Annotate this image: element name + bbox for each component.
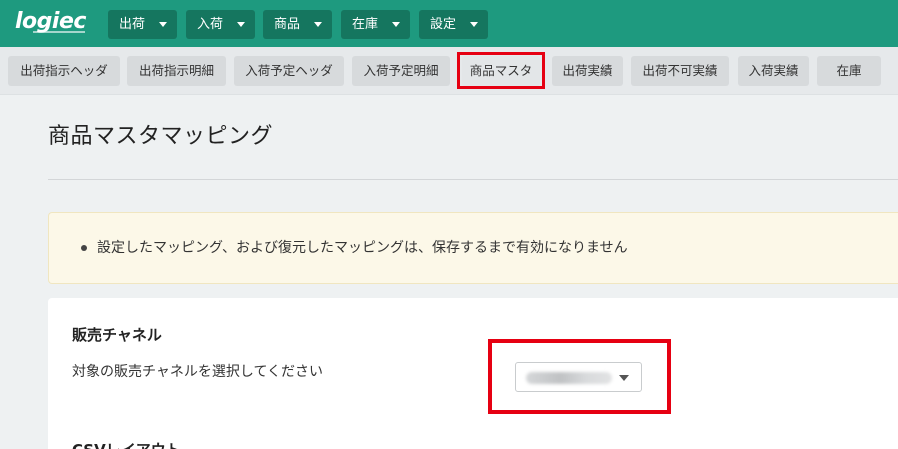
highlight-box-sales-channel xyxy=(488,339,671,414)
menu-receiving-button[interactable]: 入荷 xyxy=(186,10,255,39)
menu-shipping-button[interactable]: 出荷 xyxy=(108,10,177,39)
menu-stock-label: 在庫 xyxy=(352,17,379,32)
tab-stock[interactable]: 在庫 xyxy=(817,56,881,86)
sub-navbar: 出荷指示ヘッダ 出荷指示明細 入荷予定ヘッダ 入荷予定明細 商品マスタ 出荷実績… xyxy=(0,47,898,95)
logo-underline xyxy=(33,31,85,33)
chevron-down-icon xyxy=(470,22,478,27)
menu-settings-button[interactable]: 設定 xyxy=(419,10,488,39)
tab-unshippable-results[interactable]: 出荷不可実績 xyxy=(631,56,729,86)
menu-receiving-label: 入荷 xyxy=(197,17,224,32)
mapping-panel: 販売チャネル 対象の販売チャネルを選択してください xyxy=(48,298,898,449)
menu-product-button[interactable]: 商品 xyxy=(263,10,332,39)
tab-receiving-plan-header[interactable]: 入荷予定ヘッダ xyxy=(234,56,344,86)
notice-text: 設定したマッピング、および復元したマッピングは、保存するまで有効になりません xyxy=(97,240,628,256)
chevron-down-icon xyxy=(237,22,245,27)
bullet-icon xyxy=(81,245,87,251)
chevron-down-icon xyxy=(314,22,322,27)
menu-settings-label: 設定 xyxy=(430,17,457,32)
tab-shipping-results[interactable]: 出荷実績 xyxy=(552,56,623,86)
tab-shipping-instruction-header[interactable]: 出荷指示ヘッダ xyxy=(8,56,120,86)
menu-stock-button[interactable]: 在庫 xyxy=(341,10,410,39)
top-navbar: logiec 出荷 入荷 商品 在庫 設定 xyxy=(0,0,898,47)
tab-receiving-results[interactable]: 入荷実績 xyxy=(738,56,809,86)
tab-receiving-plan-detail[interactable]: 入荷予定明細 xyxy=(352,56,450,86)
tab-shipping-instruction-detail[interactable]: 出荷指示明細 xyxy=(127,56,226,86)
chevron-down-icon xyxy=(392,22,400,27)
csv-layout-heading: CSVレイアウト xyxy=(72,439,181,449)
chevron-down-icon xyxy=(159,22,167,27)
menu-shipping-label: 出荷 xyxy=(119,17,146,32)
notice-banner: 設定したマッピング、および復元したマッピングは、保存するまで有効になりません xyxy=(48,212,898,284)
menu-product-label: 商品 xyxy=(274,17,301,32)
page-title: 商品マスタマッピング xyxy=(48,124,274,149)
sales-channel-heading: 販売チャネル xyxy=(72,326,162,344)
sales-channel-description: 対象の販売チャネルを選択してください xyxy=(72,364,324,380)
highlight-box-product-master xyxy=(457,52,545,89)
divider xyxy=(48,179,898,180)
